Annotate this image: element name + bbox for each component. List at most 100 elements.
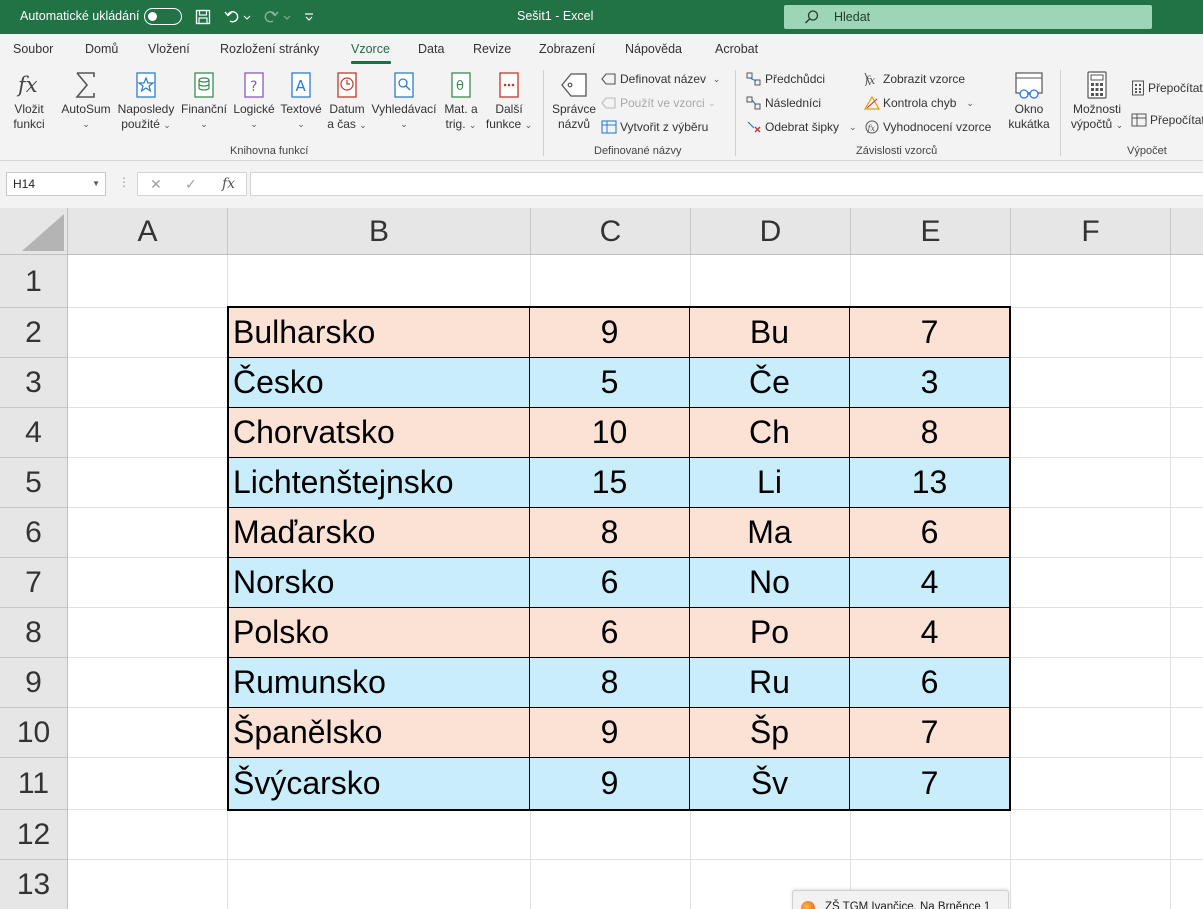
cell-country[interactable]: Polsko: [227, 608, 530, 658]
create-from-selection-button[interactable]: Vytvořit z výběru: [601, 120, 708, 134]
cell-value-e[interactable]: 7: [850, 708, 1010, 758]
remove-arrows-button[interactable]: Odebrat šipky ⌄: [746, 120, 857, 134]
cell-value-e[interactable]: 3: [850, 358, 1010, 408]
cell-abbreviation[interactable]: No: [690, 558, 850, 608]
column-header-e[interactable]: E: [851, 208, 1011, 255]
cell-country[interactable]: Švýcarsko: [227, 758, 530, 810]
cell-abbreviation[interactable]: Li: [690, 458, 850, 508]
row-header-6[interactable]: 6: [0, 508, 68, 558]
row-header-5[interactable]: 5: [0, 458, 68, 508]
cell-country[interactable]: Bulharsko: [227, 308, 530, 358]
formula-bar-grip[interactable]: ⋮: [118, 175, 130, 189]
use-in-formula-button[interactable]: Použít ve vzorci ⌄: [601, 96, 716, 110]
tab-home[interactable]: Domů: [85, 42, 118, 56]
row-header-7[interactable]: 7: [0, 558, 68, 608]
autosum-button[interactable]: AutoSum ⌄: [58, 70, 114, 132]
column-header-c[interactable]: C: [531, 208, 691, 255]
date-time-button[interactable]: Datum a čas ⌄: [325, 70, 369, 133]
cell-abbreviation[interactable]: Bu: [690, 308, 850, 358]
cell-country[interactable]: Chorvatsko: [227, 408, 530, 458]
cell-value-e[interactable]: 4: [850, 558, 1010, 608]
calculate-sheet-button[interactable]: Přepočítat: [1131, 112, 1203, 128]
cell-abbreviation[interactable]: Ma: [690, 508, 850, 558]
evaluate-formula-button[interactable]: fx Vyhodnocení vzorce: [864, 120, 991, 134]
cell-value-c[interactable]: 5: [530, 358, 690, 408]
tab-view[interactable]: Zobrazení: [539, 42, 595, 56]
cell-abbreviation[interactable]: Šv: [690, 758, 850, 810]
cell-value-c[interactable]: 6: [530, 558, 690, 608]
cell-value-e[interactable]: 8: [850, 408, 1010, 458]
tab-help[interactable]: Nápověda: [625, 42, 682, 56]
tab-review[interactable]: Revize: [473, 42, 511, 56]
cell-value-c[interactable]: 9: [530, 708, 690, 758]
cell-value-c[interactable]: 9: [530, 308, 690, 358]
logical-button[interactable]: ? Logické ⌄: [231, 70, 277, 132]
cell-value-c[interactable]: 8: [530, 658, 690, 708]
column-header-a[interactable]: A: [68, 208, 228, 255]
define-name-button[interactable]: Definovat název ⌄: [601, 72, 720, 86]
row-header-10[interactable]: 10: [0, 708, 68, 758]
cell-country[interactable]: Maďarsko: [227, 508, 530, 558]
column-header-b[interactable]: B: [228, 208, 531, 255]
text-functions-button[interactable]: A Textové ⌄: [280, 70, 322, 132]
tab-file[interactable]: Soubor: [13, 42, 53, 56]
cell-value-c[interactable]: 10: [530, 408, 690, 458]
recently-used-button[interactable]: Naposledy použité ⌄: [117, 70, 175, 133]
cell-value-e[interactable]: 6: [850, 508, 1010, 558]
cell-abbreviation[interactable]: Po: [690, 608, 850, 658]
calculation-options-button[interactable]: Možnosti výpočtů ⌄: [1068, 70, 1126, 133]
error-checking-button[interactable]: Kontrola chyb ⌄: [864, 96, 974, 110]
show-formulas-button[interactable]: fx Zobrazit vzorce: [864, 72, 965, 86]
cancel-icon[interactable]: ✕: [150, 176, 162, 193]
cell-country[interactable]: Norsko: [227, 558, 530, 608]
column-header-f[interactable]: F: [1011, 208, 1171, 255]
tab-insert[interactable]: Vložení: [148, 42, 190, 56]
cell-value-c[interactable]: 9: [530, 758, 690, 810]
row-header-9[interactable]: 9: [0, 658, 68, 708]
autosave-toggle[interactable]: [144, 8, 182, 25]
tab-page-layout[interactable]: Rozložení stránky: [220, 42, 319, 56]
select-all-corner[interactable]: [0, 208, 68, 255]
cell-country[interactable]: Lichtenštejnsko: [227, 458, 530, 508]
row-header-1[interactable]: 1: [0, 255, 68, 308]
row-header-4[interactable]: 4: [0, 408, 68, 458]
tab-data[interactable]: Data: [418, 42, 444, 56]
insert-function-icon[interactable]: fx: [222, 176, 235, 192]
cell-value-c[interactable]: 15: [530, 458, 690, 508]
financial-button[interactable]: Finanční ⌄: [179, 70, 229, 132]
chevron-down-icon[interactable]: ▼: [92, 179, 100, 188]
save-icon[interactable]: [194, 7, 212, 27]
cell-value-c[interactable]: 6: [530, 608, 690, 658]
name-manager-button[interactable]: Správce názvů: [551, 70, 597, 132]
cell-abbreviation[interactable]: Ch: [690, 408, 850, 458]
more-functions-button[interactable]: Další funkce ⌄: [485, 70, 533, 133]
row-header-12[interactable]: 12: [0, 810, 68, 860]
cell-value-e[interactable]: 6: [850, 658, 1010, 708]
math-trig-button[interactable]: θ Mat. a trig. ⌄: [440, 70, 482, 133]
row-header-3[interactable]: 3: [0, 358, 68, 408]
column-header-d[interactable]: D: [691, 208, 851, 255]
cell-value-e[interactable]: 13: [850, 458, 1010, 508]
row-header-11[interactable]: 11: [0, 758, 68, 810]
confirm-icon[interactable]: ✓: [185, 176, 197, 193]
name-box[interactable]: H14 ▼: [6, 172, 106, 196]
search-box[interactable]: Hledat: [784, 5, 1152, 29]
cell-abbreviation[interactable]: Ru: [690, 658, 850, 708]
calculate-now-button[interactable]: Přepočítat: [1131, 80, 1203, 96]
row-header-13[interactable]: 13: [0, 860, 68, 909]
cell-value-c[interactable]: 8: [530, 508, 690, 558]
watch-window-button[interactable]: Okno kukátka: [1003, 70, 1055, 132]
row-header-8[interactable]: 8: [0, 608, 68, 658]
cell-value-e[interactable]: 7: [850, 758, 1010, 810]
taskbar-preview[interactable]: ZŠ TGM Ivančice, Na Brněnce 1: [792, 890, 1009, 909]
trace-dependents-button[interactable]: Následníci: [746, 96, 821, 110]
undo-icon[interactable]: [223, 7, 253, 27]
cell-abbreviation[interactable]: Šp: [690, 708, 850, 758]
insert-function-button[interactable]: fx Vložit funkci: [8, 70, 50, 132]
redo-icon[interactable]: [262, 7, 294, 27]
cell-country[interactable]: Rumunsko: [227, 658, 530, 708]
lookup-button[interactable]: Vyhledávací ⌄: [371, 70, 437, 132]
cell-abbreviation[interactable]: Če: [690, 358, 850, 408]
tab-formulas[interactable]: Vzorce: [351, 42, 390, 56]
cell-country[interactable]: Česko: [227, 358, 530, 408]
